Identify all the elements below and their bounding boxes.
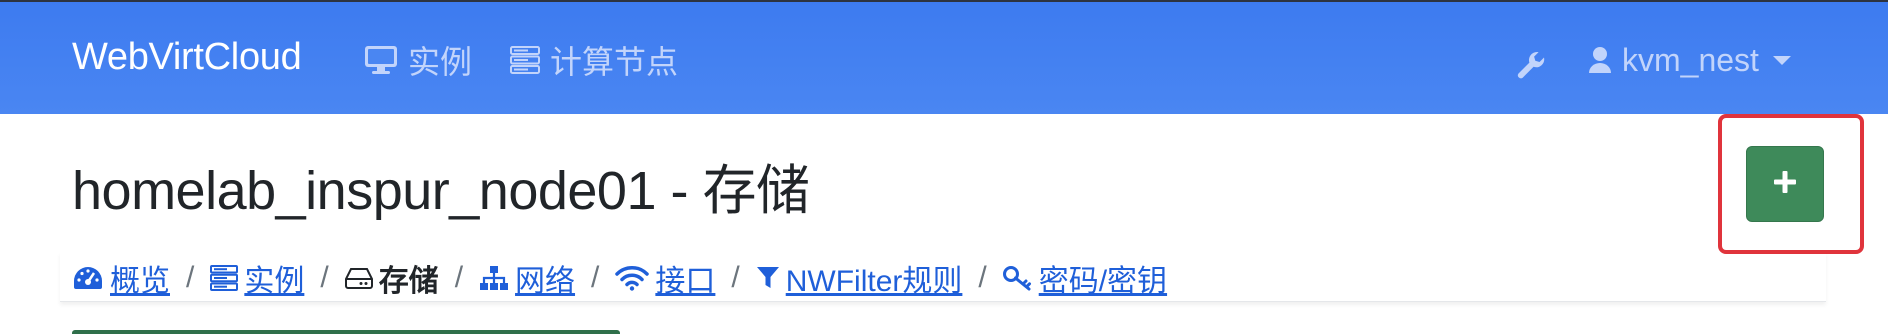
dashboard-icon <box>72 265 104 291</box>
breadcrumb-separator: / <box>978 261 987 294</box>
nav-settings[interactable] <box>1516 44 1558 88</box>
brand-logo[interactable]: WebVirtCloud <box>72 36 302 79</box>
breadcrumb-separator: / <box>320 261 329 294</box>
user-menu[interactable]: kvm_nest <box>1588 38 1791 82</box>
breadcrumb-separator: / <box>454 261 464 294</box>
subnav-networks[interactable]: 网络 <box>479 256 575 300</box>
subnav-overview-label: 概览 <box>110 265 170 298</box>
breadcrumb-separator: / <box>186 261 195 294</box>
filter-icon <box>756 265 780 291</box>
nav-compute-nodes-label: 计算节点 <box>550 44 679 80</box>
subnav-storage: 存储 <box>344 256 439 300</box>
wrench-icon <box>1516 50 1548 82</box>
server-icon <box>510 46 540 74</box>
nav-instances[interactable]: 实例 <box>364 38 472 82</box>
subnav-interfaces-label: 接口 <box>655 265 716 298</box>
subnav-instances[interactable]: 实例 <box>210 256 304 300</box>
wifi-icon <box>615 265 650 291</box>
breadcrumb-separator: / <box>591 261 600 294</box>
hdd-icon <box>344 267 373 289</box>
top-navbar: WebVirtCloud 实例 计算节点 kvm_nest <box>0 0 1888 114</box>
subnav-networks-label: 网络 <box>515 265 576 298</box>
subnav-instances-label: 实例 <box>244 265 305 298</box>
sitemap-icon <box>479 265 509 291</box>
chevron-down-icon <box>1772 55 1791 65</box>
user-icon <box>1588 46 1612 74</box>
plus-icon <box>1772 169 1798 200</box>
desktop-icon <box>364 45 398 75</box>
page-title: homelab_inspur_node01 - 存储 <box>72 161 810 221</box>
subnav-secrets-label: 密码/密钥 <box>1038 265 1168 298</box>
nav-instances-label: 实例 <box>408 44 473 80</box>
server-icon <box>210 265 239 291</box>
host-subnav: 概览 / 实例 / 存储 / 网络 / 接口 / NWFilter规则 / 密码… <box>72 256 1167 300</box>
subnav-nwfilters[interactable]: NWFilter规则 <box>756 256 963 300</box>
subnav-secrets[interactable]: 密码/密钥 <box>1002 256 1168 300</box>
subnav-interfaces[interactable]: 接口 <box>615 256 715 300</box>
add-storage-button[interactable] <box>1746 146 1824 222</box>
breadcrumb-separator: / <box>731 261 740 294</box>
user-name: kvm_nest <box>1622 41 1759 78</box>
nav-compute-nodes[interactable]: 计算节点 <box>510 38 678 82</box>
subnav-overview[interactable]: 概览 <box>72 256 170 300</box>
key-icon <box>1002 265 1033 291</box>
subnav-nwfilters-label: NWFilter规则 <box>785 265 963 298</box>
panel-header-edge <box>72 330 620 334</box>
subnav-storage-label: 存储 <box>378 265 439 298</box>
